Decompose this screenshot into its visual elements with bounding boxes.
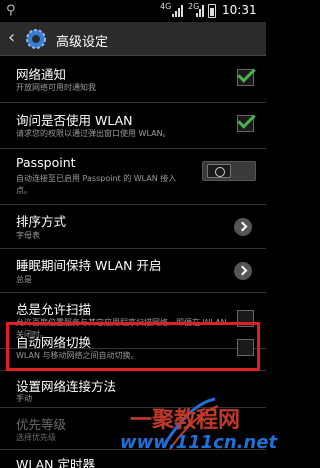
action-bar: ‹ 高级设定 [0, 22, 266, 56]
battery-icon [208, 4, 216, 18]
setting-title: 自动网络切换 [16, 335, 92, 350]
status-bar: ⚲ 4G 2G 10:31 [0, 0, 266, 22]
page-title: 高级设定 [56, 35, 109, 50]
setting-title: 网络通知 [16, 67, 67, 82]
signal-bars-icon-1 [172, 5, 186, 17]
setting-subtitle: WLAN 与移动网络之间自动切换。 [16, 351, 139, 360]
setting-title: 优先等级 [16, 417, 67, 432]
setting-title: 睡眠期间保持 WLAN 开启 [16, 258, 162, 273]
chevron-right-icon[interactable] [234, 218, 252, 236]
signal-bars-icon-2 [196, 5, 206, 17]
watermark-text: 一聚教程网 [130, 407, 241, 433]
setting-subtitle: 开放网络可用时通知我 [16, 83, 96, 92]
setting-auto-network-switch-row[interactable]: 自动网络切换 WLAN 与移动网络之间自动切换。 [0, 325, 266, 371]
toggle-knob [207, 164, 231, 178]
setting-title: 总是允许扫描 [16, 302, 92, 317]
chevron-right-icon[interactable] [234, 262, 252, 280]
clock: 10:31 [222, 3, 257, 17]
setting-ask-wlan[interactable]: 询问是否使用 WLAN 请求您的权限以通过弹出窗口使用 WLAN。 [0, 103, 266, 149]
checkbox[interactable] [237, 115, 254, 132]
checkbox[interactable] [237, 69, 254, 86]
setting-network-notification[interactable]: 网络通知 开放网络可用时通知我 [0, 57, 266, 103]
checkbox[interactable] [237, 339, 254, 356]
watermark-logo: 一聚教程网 www.111cn.net [120, 392, 277, 462]
setting-subtitle: 字母表 [16, 231, 40, 240]
back-arrow-icon[interactable]: ‹ [8, 28, 15, 48]
setting-sort-by[interactable]: 排序方式 字母表 [0, 205, 266, 249]
setting-keep-wlan-sleep[interactable]: 睡眠期间保持 WLAN 开启 总是 [0, 249, 266, 293]
setting-subtitle: 总是 [16, 275, 32, 284]
setting-passpoint[interactable]: Passpoint 自动连接至已启用 Passpoint 的 WLAN 接入点。 [0, 149, 266, 205]
setting-title: 询问是否使用 WLAN [16, 113, 133, 128]
setting-subtitle: 请求您的权限以通过弹出窗口使用 WLAN。 [16, 129, 171, 138]
watermark-url: www.111cn.net [120, 432, 278, 453]
passpoint-toggle[interactable] [202, 161, 256, 181]
signal-type-1: 4G [160, 2, 172, 11]
setting-title: WLAN 定时器 [16, 457, 95, 468]
setting-title: 排序方式 [16, 214, 67, 229]
settings-gear-icon[interactable] [24, 27, 48, 51]
usb-icon: ⚲ [6, 3, 16, 18]
setting-title: Passpoint [16, 155, 76, 170]
setting-subtitle: 自动连接至已启用 Passpoint 的 WLAN 接入点。 [16, 174, 177, 195]
